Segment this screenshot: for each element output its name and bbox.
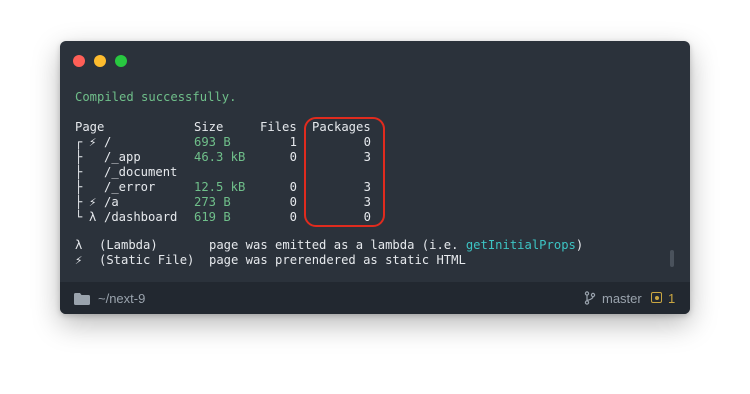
legend-symbol: ⚡ bbox=[75, 253, 83, 267]
git-branch[interactable]: master bbox=[602, 291, 642, 306]
header-files: Files bbox=[260, 120, 297, 134]
window-controls bbox=[73, 55, 136, 67]
legend-label: (Lambda) bbox=[99, 238, 158, 252]
current-path: ~/next-9 bbox=[98, 291, 146, 306]
row-page: /dashboard bbox=[104, 210, 178, 224]
row-page: /_error bbox=[104, 180, 156, 194]
folder-icon bbox=[74, 293, 90, 305]
compiled-message: Compiled successfully. bbox=[75, 90, 237, 104]
close-button[interactable] bbox=[73, 55, 85, 67]
row-tree-glyph: ├ bbox=[75, 195, 83, 209]
row-size: 273 B bbox=[194, 195, 231, 209]
row-files: 0 bbox=[289, 195, 297, 209]
row-type-icon: ⚡ bbox=[89, 135, 97, 149]
changes-count[interactable]: 1 bbox=[668, 291, 675, 306]
row-size: 693 B bbox=[194, 135, 231, 149]
row-tree-glyph: ├ bbox=[75, 180, 83, 194]
packages-highlight-box bbox=[304, 117, 385, 227]
row-page: /_document bbox=[104, 165, 178, 179]
legend-description: page was emitted as a lambda (i.e. getIn… bbox=[209, 238, 584, 252]
row-type-icon: λ bbox=[89, 210, 97, 224]
scrollbar[interactable] bbox=[670, 250, 674, 267]
row-page: / bbox=[104, 135, 112, 149]
legend-symbol: λ bbox=[75, 238, 83, 252]
row-tree-glyph: └ bbox=[75, 210, 83, 224]
header-size: Size bbox=[194, 120, 224, 134]
row-files: 0 bbox=[289, 210, 297, 224]
row-files: 0 bbox=[289, 150, 297, 164]
status-bar: ~/next-9 master 1 bbox=[60, 282, 690, 314]
row-type-icon: ⚡ bbox=[89, 195, 97, 209]
row-size: 12.5 kB bbox=[194, 180, 246, 194]
row-files: 0 bbox=[289, 180, 297, 194]
maximize-button[interactable] bbox=[115, 55, 127, 67]
legend-description: page was prerendered as static HTML bbox=[209, 253, 466, 267]
row-files: 1 bbox=[289, 135, 297, 149]
git-branch-icon bbox=[584, 291, 596, 305]
minimize-button[interactable] bbox=[94, 55, 106, 67]
changes-icon bbox=[651, 292, 662, 303]
row-size: 619 B bbox=[194, 210, 231, 224]
terminal-window: Compiled successfully. Page Size Files P… bbox=[60, 41, 690, 314]
row-size: 46.3 kB bbox=[194, 150, 246, 164]
row-tree-glyph: ├ bbox=[75, 150, 83, 164]
row-page: /_app bbox=[104, 150, 141, 164]
row-tree-glyph: ├ bbox=[75, 165, 83, 179]
legend-highlight: getInitialProps bbox=[465, 238, 576, 252]
legend-label: (Static File) bbox=[99, 253, 195, 267]
row-page: /a bbox=[104, 195, 119, 209]
row-tree-glyph: ┌ bbox=[75, 135, 83, 149]
header-page: Page bbox=[75, 120, 105, 134]
